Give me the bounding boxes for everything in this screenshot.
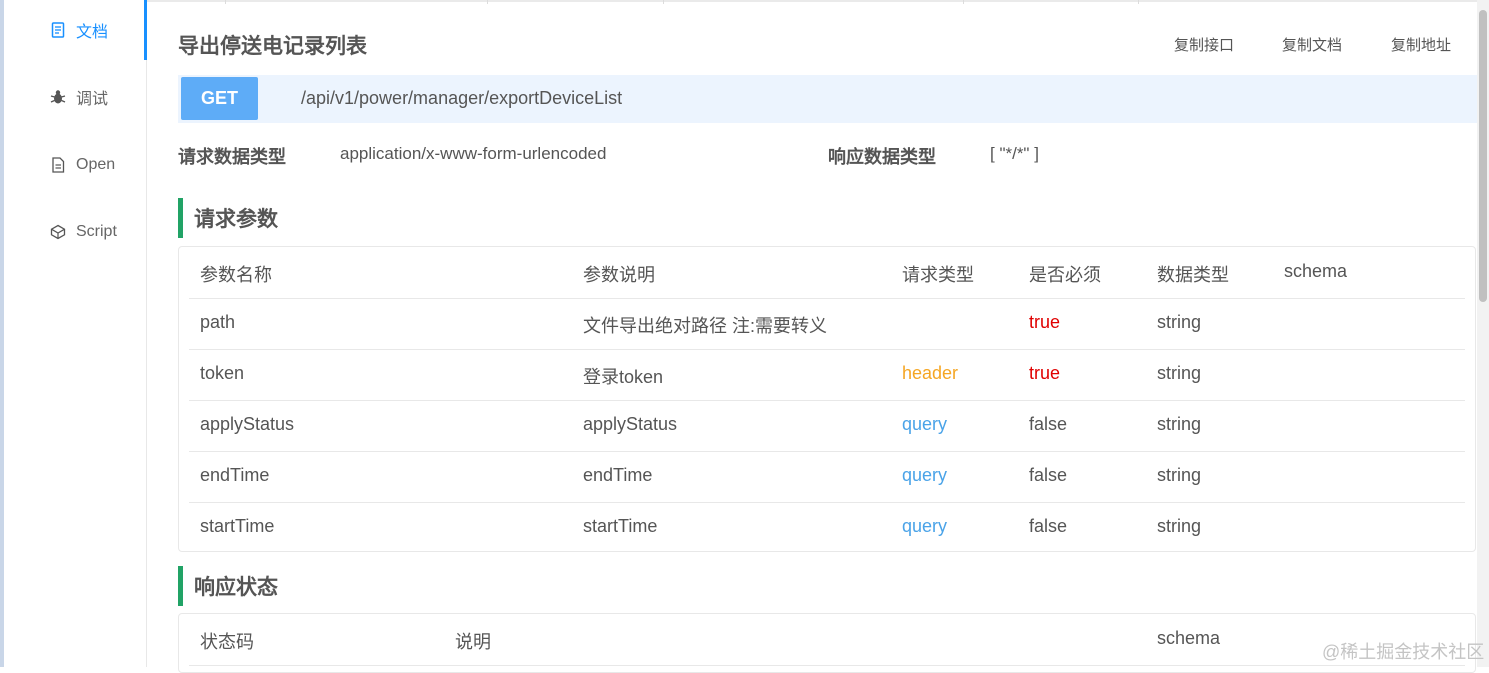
code-cube-icon bbox=[48, 222, 68, 242]
file-icon bbox=[48, 155, 68, 175]
sidebar-item-open[interactable]: Open bbox=[4, 145, 146, 185]
column-header: 状态码 bbox=[200, 632, 254, 652]
column-header: 是否必须 bbox=[1029, 265, 1101, 285]
param-desc: 文件导出绝对路径 注:需要转义 bbox=[583, 316, 828, 336]
param-required: false bbox=[1029, 414, 1068, 434]
param-type: string bbox=[1157, 414, 1202, 434]
param-desc: applyStatus bbox=[583, 414, 678, 434]
response-type-value: [ "*/*" ] bbox=[990, 144, 1039, 163]
document-icon bbox=[48, 20, 68, 40]
column-header: schema bbox=[1284, 261, 1348, 281]
main-content: 导出停送电记录列表 复制接口 复制文档 复制地址 GET /api/v1/pow… bbox=[146, 0, 1477, 673]
param-type: string bbox=[1157, 312, 1202, 332]
column-header: 说明 bbox=[455, 632, 491, 652]
param-name: endTime bbox=[200, 465, 270, 485]
api-path: /api/v1/power/manager/exportDeviceList bbox=[301, 88, 623, 108]
sidebar: 文档 调试 Open Script bbox=[4, 0, 147, 667]
param-required: false bbox=[1029, 516, 1068, 536]
table-row: path 文件导出绝对路径 注:需要转义 true string bbox=[189, 298, 1465, 350]
scrollbar-thumb[interactable] bbox=[1479, 10, 1487, 302]
param-name: startTime bbox=[200, 516, 275, 536]
param-in: query bbox=[902, 414, 948, 434]
table-row: endTime endTime query false string bbox=[189, 451, 1465, 503]
copy-interface-button[interactable]: 复制接口 bbox=[1174, 34, 1234, 55]
response-type-label: 响应数据类型 bbox=[828, 147, 936, 167]
column-header: 数据类型 bbox=[1157, 265, 1229, 285]
sidebar-item-label: Open bbox=[76, 156, 116, 173]
sidebar-item-label: Script bbox=[76, 223, 117, 240]
param-name: path bbox=[200, 312, 236, 332]
section-request-params: 请求参数 bbox=[178, 198, 278, 238]
section-response-status: 响应状态 bbox=[178, 566, 278, 606]
param-type: string bbox=[1157, 363, 1202, 383]
param-in: header bbox=[902, 363, 959, 383]
param-desc: startTime bbox=[583, 516, 658, 536]
bug-icon bbox=[48, 87, 68, 107]
table-row: token 登录token header true string bbox=[189, 349, 1465, 401]
param-in: query bbox=[902, 465, 948, 485]
sidebar-item-label: 调试 bbox=[76, 91, 109, 108]
param-required: false bbox=[1029, 465, 1068, 485]
param-name: token bbox=[200, 363, 245, 383]
param-required: true bbox=[1029, 363, 1061, 383]
param-desc: endTime bbox=[583, 465, 653, 485]
request-type-value: application/x-www-form-urlencoded bbox=[340, 144, 607, 163]
table-header-row: 参数名称 参数说明 请求类型 是否必须 数据类型 schema bbox=[189, 247, 1465, 299]
copy-address-button[interactable]: 复制地址 bbox=[1391, 34, 1451, 55]
sidebar-item-script[interactable]: Script bbox=[4, 212, 146, 252]
column-header: 请求类型 bbox=[902, 265, 974, 285]
param-type: string bbox=[1157, 516, 1202, 536]
sidebar-item-debug[interactable]: 调试 bbox=[4, 77, 146, 117]
table-row: startTime startTime query false string bbox=[189, 502, 1465, 553]
column-header: 参数名称 bbox=[200, 265, 272, 285]
copy-doc-button[interactable]: 复制文档 bbox=[1282, 34, 1342, 55]
param-desc: 登录token bbox=[583, 367, 664, 387]
param-name: applyStatus bbox=[200, 414, 295, 434]
page-title: 导出停送电记录列表 bbox=[178, 35, 367, 58]
column-header: 参数说明 bbox=[583, 265, 655, 285]
watermark: @稀土掘金技术社区 bbox=[1322, 642, 1485, 662]
sidebar-item-label: 文档 bbox=[76, 24, 109, 41]
param-required: true bbox=[1029, 312, 1061, 332]
param-in: query bbox=[902, 516, 948, 536]
http-method-badge: GET bbox=[181, 77, 258, 120]
response-status-table: 状态码 说明 schema bbox=[178, 613, 1476, 673]
request-params-table: 参数名称 参数说明 请求类型 是否必须 数据类型 schema path 文件导… bbox=[178, 246, 1476, 552]
param-type: string bbox=[1157, 465, 1202, 485]
request-type-label: 请求数据类型 bbox=[178, 147, 286, 167]
table-row: applyStatus applyStatus query false stri… bbox=[189, 400, 1465, 452]
column-header: schema bbox=[1157, 628, 1221, 648]
sidebar-item-doc[interactable]: 文档 bbox=[4, 0, 147, 60]
api-endpoint-bar: GET /api/v1/power/manager/exportDeviceLi… bbox=[178, 75, 1477, 123]
table-header-row: 状态码 说明 schema bbox=[189, 614, 1465, 666]
